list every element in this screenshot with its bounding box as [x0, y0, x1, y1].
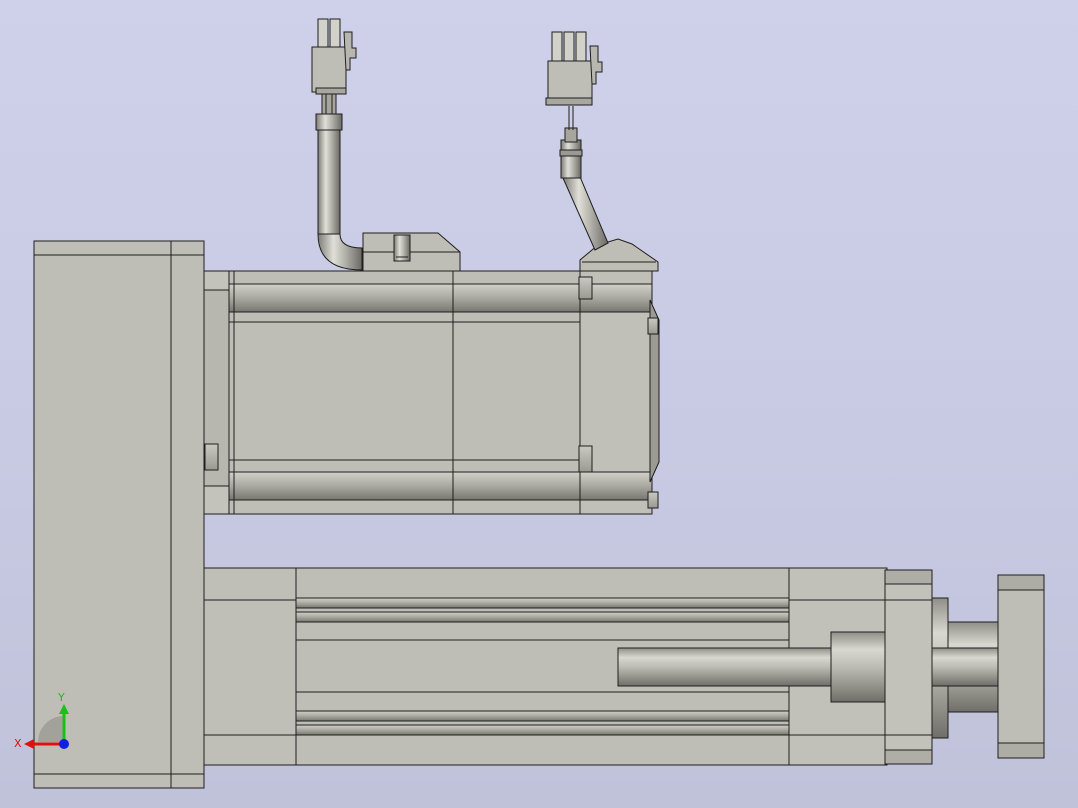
plug-left — [311, 18, 357, 95]
cable-left — [315, 93, 363, 271]
z-axis-dot — [59, 739, 69, 749]
plug-right — [545, 31, 603, 106]
y-axis-label: Y — [57, 691, 65, 704]
upper-motor — [203, 270, 660, 515]
x-axis-label: X — [14, 737, 22, 750]
cad-viewport[interactable]: X Y — [0, 0, 1078, 808]
x-axis-arrowhead — [24, 739, 34, 749]
rod-end-plate — [997, 574, 1045, 759]
front-flange — [884, 569, 999, 765]
cable-right — [559, 106, 609, 251]
cad-model-drawing: X Y — [14, 18, 1045, 789]
housing-plate — [33, 240, 205, 789]
connector-box-left — [362, 232, 461, 272]
